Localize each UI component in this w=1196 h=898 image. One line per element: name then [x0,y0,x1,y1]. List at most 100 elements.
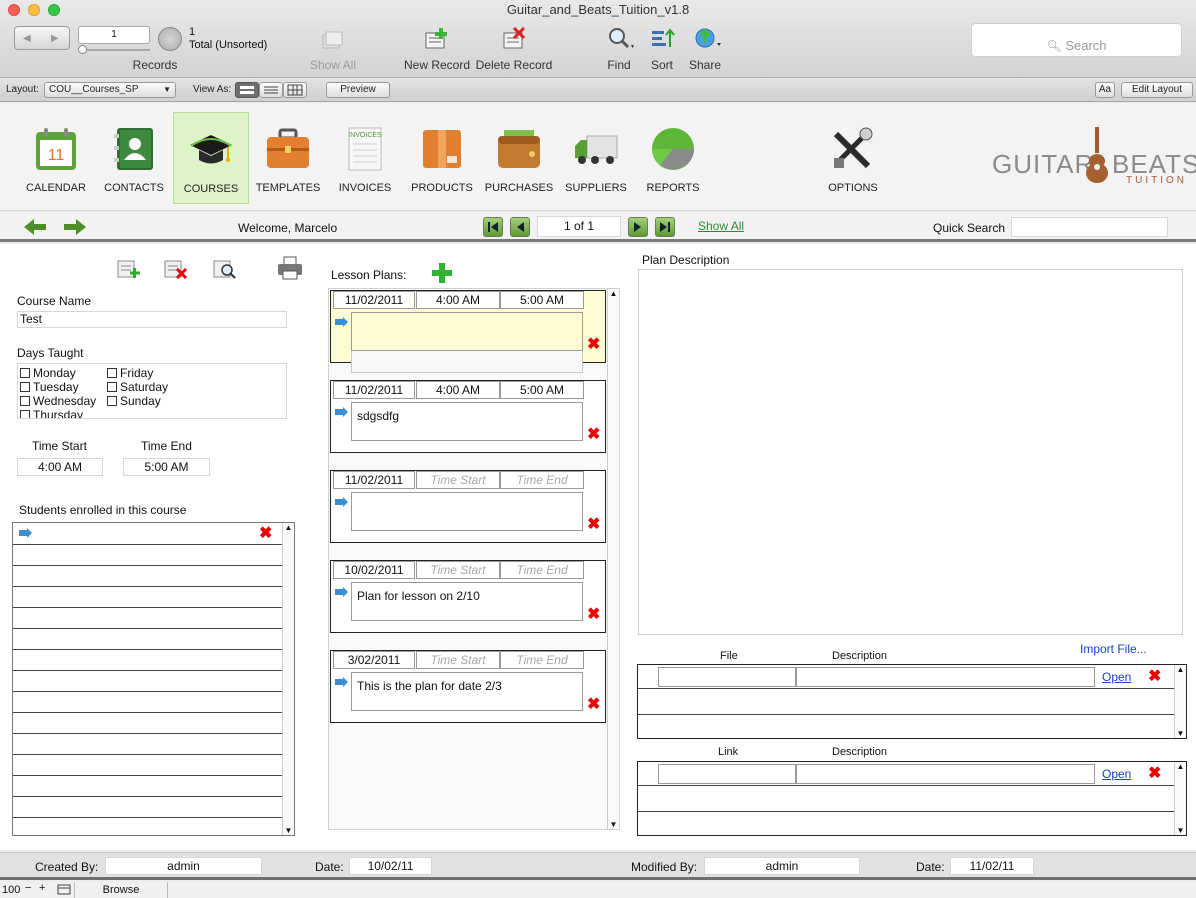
nav-courses[interactable]: COURSES [173,112,249,204]
scroll-up-icon[interactable]: ▲ [608,289,619,298]
delete-lesson-icon[interactable]: ✖ [587,337,600,353]
nav-suppliers[interactable]: SUPPLIERS [558,112,634,204]
record-book-navigator[interactable]: ◀ ▶ [14,26,70,50]
toolbar-search-input[interactable]: 🔍︎ Search [971,23,1182,57]
view-table-button[interactable] [283,82,307,98]
lesson-plan-card[interactable]: 10/02/2011 Time Start Time End Plan for … [330,560,606,633]
lesson-plan-card[interactable]: 11/02/2011 4:00 AM 5:00 AM sdgsdfg ✖ [330,380,606,453]
text-format-button[interactable]: Aa [1095,82,1115,98]
previous-record-icon[interactable]: ◀ [23,33,31,44]
share-button[interactable] [694,27,724,51]
quick-search-input[interactable] [1011,217,1168,237]
delete-file-icon[interactable]: ✖ [1148,669,1161,685]
import-file-link[interactable]: Import File... [1080,642,1147,656]
lesson-start-field[interactable]: 4:00 AM [416,381,500,399]
lesson-date-field[interactable]: 10/02/2011 [333,561,415,579]
lesson-end-field[interactable]: 5:00 AM [500,291,584,309]
lesson-date-field[interactable]: 11/02/2011 [333,471,415,489]
lesson-plans-scrollbar[interactable]: ▲ ▼ [607,289,619,829]
remove-student-icon[interactable]: ✖ [259,526,272,542]
layout-select[interactable]: COU__Courses_SP ▼ [44,82,176,98]
nav-products[interactable]: PRODUCTS [404,112,480,204]
scroll-down-icon[interactable]: ▼ [608,820,619,829]
day-saturday[interactable]: Saturday [107,380,168,394]
go-to-student-arrow-icon[interactable] [18,528,33,538]
nav-calendar[interactable]: 11 CALENDAR [18,112,94,204]
find-record-icon[interactable] [213,258,237,280]
lesson-end-field[interactable]: Time End [500,651,584,669]
first-record-button[interactable] [483,217,503,237]
scroll-down-icon[interactable]: ▼ [283,826,294,835]
file-description-field[interactable] [796,667,1095,687]
zoom-in-icon[interactable]: + [39,882,45,894]
go-to-lesson-arrow-icon[interactable] [334,407,349,417]
lesson-date-field[interactable]: 11/02/2011 [333,291,415,309]
delete-link-icon[interactable]: ✖ [1148,766,1161,782]
lesson-plan-card[interactable]: 3/02/2011 Time Start Time End This is th… [330,650,606,723]
find-button[interactable] [607,27,637,51]
links-scrollbar[interactable]: ▲ ▼ [1174,762,1186,835]
toolbar-toggle-icon[interactable] [57,884,71,895]
add-record-icon[interactable] [117,258,141,280]
go-to-lesson-arrow-icon[interactable] [334,317,349,327]
lesson-end-field[interactable]: 5:00 AM [500,381,584,399]
current-record-field[interactable]: 1 [78,26,150,44]
lesson-start-field[interactable]: 4:00 AM [416,291,500,309]
nav-purchases[interactable]: PURCHASES [481,112,557,204]
lesson-start-field[interactable]: Time Start [416,561,500,579]
back-arrow-icon[interactable] [22,218,48,236]
lesson-end-field[interactable]: Time End [500,471,584,489]
lesson-note-field[interactable] [351,492,583,531]
lesson-plan-card[interactable]: 11/02/2011 4:00 AM 5:00 AM ✖ [330,290,606,373]
nav-contacts[interactable]: CONTACTS [96,112,172,204]
delete-record-button[interactable] [502,26,528,51]
file-field[interactable] [658,667,796,687]
lesson-date-field[interactable]: 11/02/2011 [333,381,415,399]
time-end-field[interactable]: 5:00 AM [123,458,210,476]
nav-templates[interactable]: TEMPLATES [250,112,326,204]
plan-description-field[interactable] [638,269,1183,635]
forward-arrow-icon[interactable] [62,218,88,236]
delete-lesson-icon[interactable]: ✖ [587,517,600,533]
delete-lesson-icon[interactable]: ✖ [587,427,600,443]
time-start-field[interactable]: 4:00 AM [17,458,103,476]
show-all-button[interactable] [321,29,345,51]
day-wednesday[interactable]: Wednesday [20,394,96,408]
add-lesson-plan-icon[interactable] [431,262,453,284]
next-record-icon[interactable]: ▶ [51,33,59,44]
open-link-link[interactable]: Open [1102,767,1131,781]
day-thursday[interactable]: Thursday [20,408,83,418]
show-all-link[interactable]: Show All [698,219,744,233]
lesson-note-field[interactable]: This is the plan for date 2/3 [351,672,583,711]
lesson-end-field[interactable]: Time End [500,561,584,579]
day-sunday[interactable]: Sunday [107,394,161,408]
go-to-lesson-arrow-icon[interactable] [334,587,349,597]
lesson-plan-card[interactable]: 11/02/2011 Time Start Time End ✖ [330,470,606,543]
preview-button[interactable]: Preview [326,82,390,98]
course-name-field[interactable]: Test [17,311,287,328]
nav-options[interactable]: OPTIONS [815,112,891,204]
files-scrollbar[interactable]: ▲ ▼ [1174,665,1186,738]
previous-record-button[interactable] [510,217,530,237]
delete-lesson-icon[interactable]: ✖ [587,697,600,713]
nav-reports[interactable]: REPORTS [635,112,711,204]
lesson-start-field[interactable]: Time Start [416,471,500,489]
printer-icon[interactable] [277,256,303,280]
open-file-link[interactable]: Open [1102,670,1131,684]
scroll-up-icon[interactable]: ▲ [1175,762,1186,771]
zoom-level[interactable]: 100 [2,884,20,896]
view-list-button[interactable] [259,82,283,98]
lesson-start-field[interactable]: Time Start [416,651,500,669]
scroll-up-icon[interactable]: ▲ [283,523,294,532]
link-field[interactable] [658,764,796,784]
last-record-button[interactable] [655,217,675,237]
new-record-button[interactable] [424,27,450,51]
students-scrollbar[interactable]: ▲ ▼ [282,523,294,835]
lesson-note-field[interactable] [351,312,583,351]
record-slider-track[interactable] [80,49,150,51]
scroll-down-icon[interactable]: ▼ [1175,826,1186,835]
go-to-lesson-arrow-icon[interactable] [334,677,349,687]
lesson-date-field[interactable]: 3/02/2011 [333,651,415,669]
day-tuesday[interactable]: Tuesday [20,380,79,394]
record-slider-handle[interactable] [78,45,87,54]
